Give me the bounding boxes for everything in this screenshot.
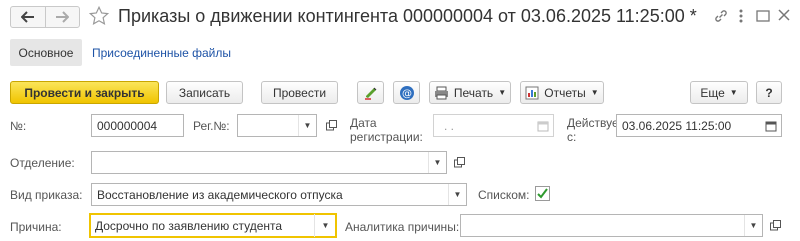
back-button[interactable] [11,7,45,27]
reports-button[interactable]: Отчеты ▼ [520,81,604,104]
post-and-close-button[interactable]: Провести и закрыть [10,81,159,104]
reason-field[interactable]: Досрочно по заявлению студента ▼ [89,213,337,238]
more-button-label: Еще [700,85,725,100]
svg-text:@: @ [402,88,412,99]
more-button[interactable]: Еще ▼ [690,81,748,104]
number-label: №: [10,119,27,133]
as-list-label: Списком: [478,188,530,202]
valid-from-value: 03.06.2025 11:25:00 [622,118,732,133]
close-icon[interactable] [777,8,791,25]
reason-analytics-open-button[interactable] [766,216,784,234]
valid-from-field[interactable]: 03.06.2025 11:25:00 [616,114,782,137]
chevron-down-icon[interactable]: ▼ [298,115,316,136]
email-button[interactable]: @ [393,81,420,104]
chevron-down-icon[interactable]: ▼ [448,184,466,205]
at-sign-icon: @ [399,85,414,100]
link-icon[interactable] [713,8,729,27]
forward-button[interactable] [44,7,80,27]
reg-number-field[interactable]: ▼ [237,114,317,137]
reason-label: Причина: [10,220,62,234]
reports-button-label: Отчеты [544,85,586,100]
favorite-star-icon[interactable] [88,5,110,30]
order-type-label: Вид приказа: [10,188,83,202]
chevron-down-icon: ▼ [498,88,507,97]
calendar-icon[interactable] [761,115,781,136]
reg-number-label: Рег.№: [193,119,230,133]
open-window-icon [769,219,781,230]
reason-analytics-field[interactable]: ▼ [460,214,763,237]
more-menu-icon[interactable] [738,8,744,27]
valid-from-label-line2: с: [567,130,577,144]
number-field[interactable]: 000000004 [91,114,184,137]
open-window-icon [325,119,337,130]
post-button[interactable]: Провести [261,81,338,104]
nav-buttons [10,6,80,28]
order-type-field[interactable]: Восстановление из академического отпуска… [91,183,467,206]
help-button[interactable]: ? [756,81,782,104]
window-title: Приказы о движении контингента 000000004… [118,6,697,26]
reason-value: Досрочно по заявлению студента [95,218,283,233]
print-button[interactable]: Печать ▼ [429,81,511,104]
tab-attached-files[interactable]: Присоединенные файлы [92,46,231,60]
reg-date-label-line1: Дата [350,116,377,130]
department-open-button[interactable] [450,153,468,171]
reason-analytics-label: Аналитика причины: [345,220,460,234]
printer-icon [434,86,448,99]
reg-date-field[interactable]: . . [433,114,554,137]
as-list-checkbox[interactable] [535,186,550,201]
open-window-icon [453,156,465,167]
chevron-down-icon: ▼ [729,88,738,97]
order-type-value: Восстановление из академического отпуска [97,187,343,202]
department-label: Отделение: [10,156,75,170]
report-chart-icon [525,86,539,99]
arrow-left-icon [20,11,34,23]
sign-button[interactable] [357,81,384,104]
number-value: 000000004 [97,118,158,133]
arrow-right-icon [56,11,70,23]
calendar-icon[interactable] [533,115,553,136]
checkmark-icon [537,188,548,199]
maximize-icon[interactable] [755,8,771,27]
pen-sign-icon [364,87,376,100]
tab-main[interactable]: Основное [10,39,82,66]
reg-number-open-button[interactable] [322,116,340,134]
reg-date-value: . . [444,118,455,133]
chevron-down-icon[interactable]: ▼ [744,215,762,236]
department-field[interactable]: ▼ [91,151,447,174]
chevron-down-icon[interactable]: ▼ [314,214,336,237]
print-button-label: Печать [453,85,494,100]
save-button[interactable]: Записать [166,81,243,104]
chevron-down-icon[interactable]: ▼ [428,152,446,173]
reg-date-label-line2: регистрации: [350,130,423,144]
chevron-down-icon: ▼ [590,88,599,97]
